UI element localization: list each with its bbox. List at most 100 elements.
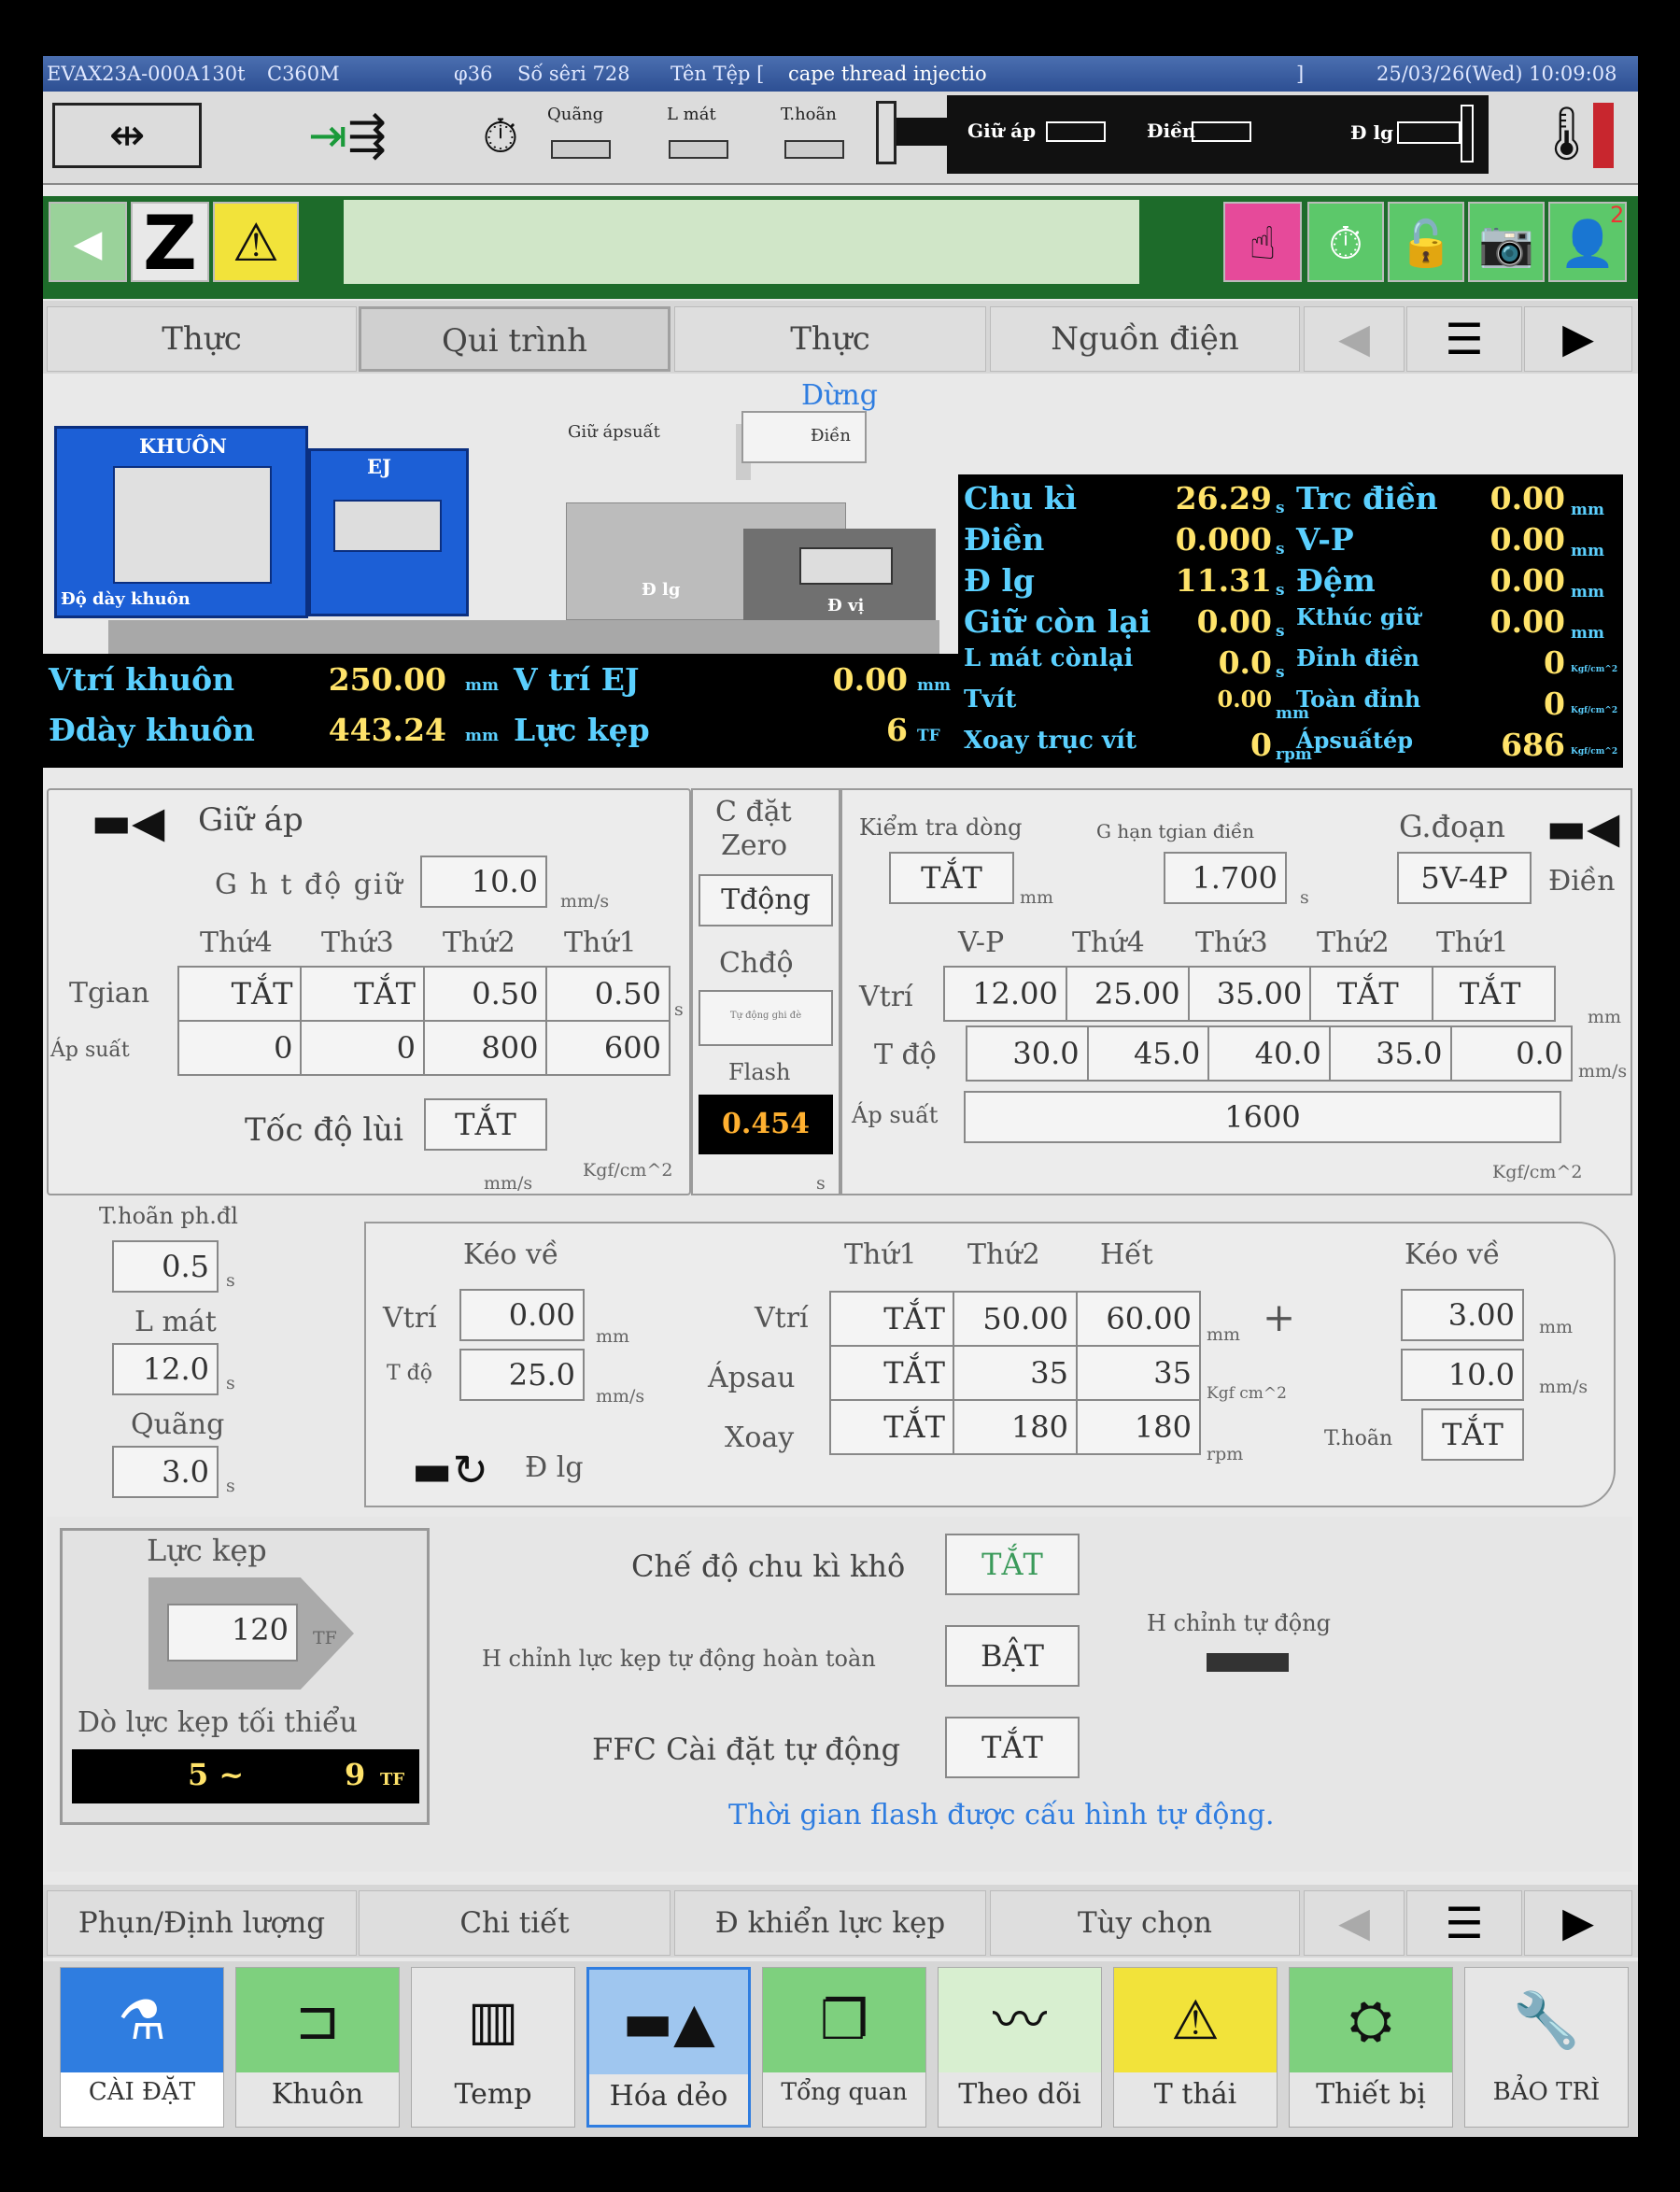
back-pressure-cell[interactable]: TẮT [829, 1345, 954, 1401]
lock-icon[interactable]: 🔓 [1388, 202, 1464, 282]
suck-back-pos-input[interactable]: 0.00 [459, 1289, 585, 1341]
monitor-value: 0.0 [1218, 644, 1272, 681]
clamp-force-input[interactable]: 120 [167, 1604, 298, 1662]
ejector-plate-icon [333, 500, 442, 552]
hold-pressure-cell[interactable]: 800 [422, 1020, 548, 1076]
fill-pressure-input[interactable]: 1600 [964, 1091, 1561, 1143]
back-arrow-icon[interactable]: ◀ [49, 202, 127, 282]
tab-actual[interactable]: Thực [47, 306, 357, 372]
interval-timer-input[interactable]: 3.0 [112, 1446, 219, 1498]
nav-monitor[interactable]: 〰 Theo dõi [938, 1967, 1102, 2128]
nav-maintenance[interactable]: 🔧 BẢO TRÌ [1464, 1967, 1629, 2128]
warning-icon: ⚠ [1114, 1968, 1277, 2072]
rotation-cell[interactable]: TẮT [829, 1399, 954, 1455]
fill-speed-cell[interactable]: 30.0 [966, 1025, 1089, 1082]
hold-time-cell[interactable]: TẮT [176, 966, 303, 1022]
hold-time-cell[interactable]: TẮT [300, 966, 425, 1022]
fill-speed-cell[interactable]: 40.0 [1207, 1025, 1331, 1082]
hold-time-cell[interactable]: 0.50 [422, 966, 548, 1022]
rotation-cell[interactable]: 180 [1076, 1399, 1201, 1455]
flash-label: Flash [728, 1059, 791, 1085]
mode-input[interactable]: Tự động ghi đè [699, 990, 833, 1046]
fill-speed-cell[interactable]: 0.0 [1449, 1025, 1573, 1082]
prev-page-icon[interactable]: ◀ [1304, 1890, 1405, 1956]
nav-overview[interactable]: ❐ Tổng quan [762, 1967, 926, 2128]
menu-list-icon[interactable]: ☰ [1406, 306, 1522, 372]
monitor-value: 0.00 [1489, 480, 1565, 516]
z-logo-icon[interactable]: Z [131, 202, 209, 284]
fill-pos-cell[interactable]: 35.00 [1187, 966, 1312, 1022]
controller-name: C360M [267, 63, 340, 85]
process-indicators: Giữ áp Điền [947, 95, 1320, 174]
plast-pos-cell[interactable]: 60.00 [1076, 1291, 1201, 1347]
monitor-value: 686 [1501, 727, 1565, 763]
prev-page-icon[interactable]: ◀ [1304, 306, 1405, 372]
plast-header-end: Hết [1100, 1238, 1153, 1271]
retract-speed-input[interactable]: TẮT [424, 1098, 547, 1151]
rotation-cell[interactable]: 180 [953, 1399, 1078, 1455]
hold-pressure-cell[interactable]: 600 [545, 1020, 671, 1076]
date-time: 25/03/26(Wed) 10:09:08 [1376, 63, 1617, 85]
hold-speed-input[interactable]: 10.0 [420, 856, 547, 908]
graph-icon: 〰 [939, 1968, 1101, 2072]
hold-header-1: Thứ1 [564, 926, 637, 959]
nav-mold[interactable]: ⊐ Khuôn [235, 1967, 400, 2128]
next-page-icon[interactable]: ▶ [1524, 306, 1632, 372]
hold-time-cell[interactable]: 0.50 [545, 966, 671, 1022]
mold-icon: ⊐ [236, 1968, 399, 2072]
title-bar: EVAX23A-000A 130t C360M φ36 Số sêri 728 … [43, 56, 1638, 92]
machine-base [108, 620, 939, 656]
warning-icon[interactable]: ⚠ [213, 202, 299, 282]
plast-delay-input[interactable]: TẮT [1421, 1408, 1524, 1461]
tab-power[interactable]: Nguồn điện [990, 306, 1300, 372]
fill-speed-cell[interactable]: 35.0 [1328, 1025, 1452, 1082]
manual-hand-icon[interactable]: ☝ [1223, 202, 1302, 282]
fill-speed-cell[interactable]: 45.0 [1086, 1025, 1210, 1082]
stage-input[interactable]: 5V-4P [1397, 852, 1532, 904]
fill-pos-cell[interactable]: TẮT [1309, 966, 1434, 1022]
tab-details[interactable]: Chi tiết [359, 1890, 671, 1956]
cooling-timer-input[interactable]: 12.0 [112, 1343, 219, 1395]
tab-options[interactable]: Tùy chọn [990, 1890, 1300, 1956]
dosing-indicator-area: Đ lg [1320, 95, 1489, 174]
tab-injection-dosing[interactable]: Phụn/Định lượng [47, 1890, 357, 1956]
timer-icon[interactable]: ⏱ [1307, 202, 1384, 282]
dry-cycle-toggle[interactable]: TẮT [945, 1534, 1080, 1595]
tab-process[interactable]: Qui trình [359, 306, 671, 372]
min-clamp-label: Dò lực kẹp tối thiểu [78, 1706, 358, 1739]
plast-pos-cell[interactable]: TẮT [829, 1291, 954, 1347]
plast-pos-cell[interactable]: 50.00 [953, 1291, 1078, 1347]
flow-check-input[interactable]: TẮT [889, 852, 1014, 904]
nav-setup[interactable]: ⚗ CÀI ĐẶT [60, 1967, 224, 2128]
next-page-icon[interactable]: ▶ [1524, 1890, 1632, 1956]
monitor-label: Giữ còn lại [964, 603, 1151, 640]
camera-icon[interactable]: 📷 [1468, 202, 1545, 282]
hold-pressure-cell[interactable]: 0 [300, 1020, 425, 1076]
back-pressure-cell[interactable]: 35 [1076, 1345, 1201, 1401]
zero-mode-button[interactable]: Tđộng [699, 874, 833, 926]
nav-status[interactable]: ⚠ T thái [1113, 1967, 1278, 2128]
auto-clamp-toggle[interactable]: BẬT [945, 1625, 1080, 1687]
tab-clamp-control[interactable]: Đ khiển lực kẹp [674, 1890, 986, 1956]
fill-pos-cell[interactable]: 12.00 [943, 966, 1067, 1022]
hold-pressure-cell[interactable]: 0 [176, 1020, 303, 1076]
menu-list-icon[interactable]: ☰ [1406, 1890, 1522, 1956]
fill-pos-cell[interactable]: 25.00 [1065, 966, 1190, 1022]
bottom-tabs: Phụn/Định lượng Chi tiết Đ khiển lực kẹp… [43, 1885, 1638, 1958]
tab-actual-2[interactable]: Thực [674, 306, 986, 372]
delay-timer-input[interactable]: 0.5 [112, 1240, 219, 1293]
suck-back-label: Kéo về [463, 1238, 559, 1271]
post-suck-back-pos-input[interactable]: 3.00 [1401, 1289, 1524, 1341]
back-pressure-unit: Kgf cm^2 [1207, 1384, 1287, 1403]
nav-temp[interactable]: ▥ Temp [411, 1967, 575, 2128]
fill-limit-input[interactable]: 1.700 [1164, 852, 1287, 904]
suck-back-speed-input[interactable]: 25.0 [459, 1349, 585, 1401]
post-suck-back-speed-input[interactable]: 10.0 [1401, 1349, 1524, 1401]
ffc-toggle[interactable]: TẮT [945, 1717, 1080, 1778]
fill-speed-unit: mm/s [1578, 1061, 1628, 1082]
fill-pos-cell[interactable]: TẮT [1432, 966, 1556, 1022]
nav-equipment[interactable]: ⛭ Thiết bị [1289, 1967, 1453, 2128]
nav-plasticizing-label: Hóa dẻo [609, 2080, 728, 2113]
nav-plasticizing[interactable]: ▬▲ Hóa dẻo [586, 1967, 751, 2128]
back-pressure-cell[interactable]: 35 [953, 1345, 1078, 1401]
